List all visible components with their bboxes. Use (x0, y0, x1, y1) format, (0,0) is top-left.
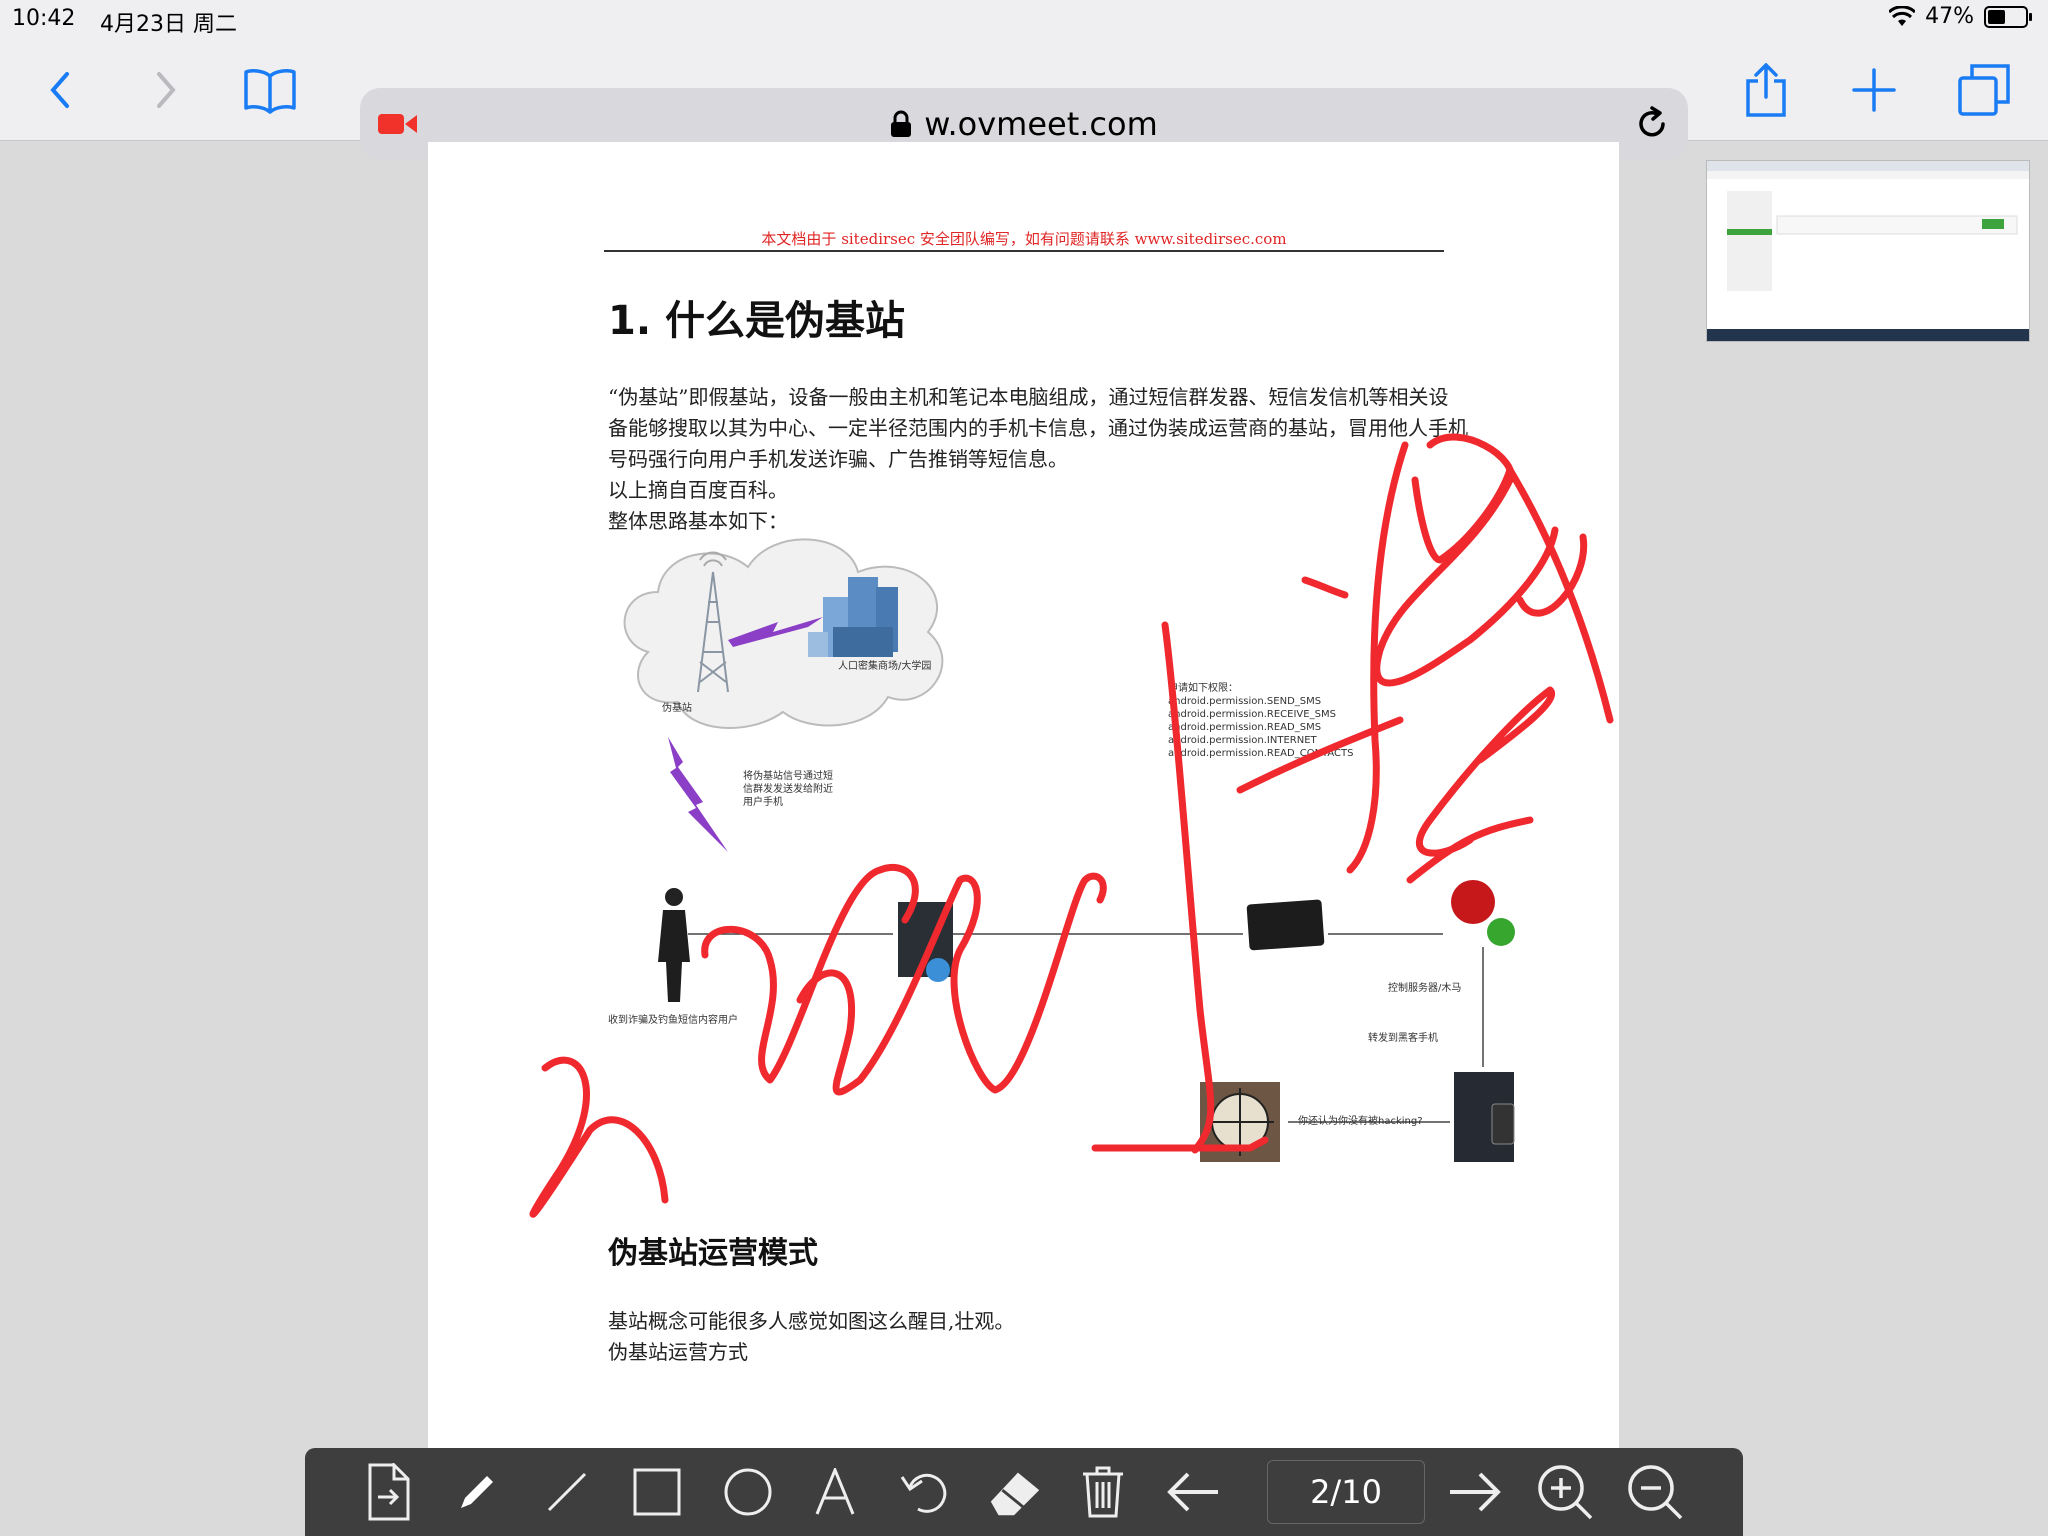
section-heading: 伪基站运营模式 (608, 1236, 818, 1271)
permissions-label: 申请如下权限：android.permission.SEND_SMS andro… (1168, 683, 1354, 759)
reload-icon[interactable] (1634, 106, 1670, 142)
url-text[interactable]: w.ovmeet.com (360, 105, 1688, 143)
annotation-toolbar: 2/10 (305, 1448, 1743, 1536)
page-indicator[interactable]: 2/10 (1267, 1460, 1425, 1524)
person-icon (658, 888, 690, 1002)
section-paragraph: 基站概念可能很多人感觉如图这么醒目,壮观。 (608, 1309, 1015, 1333)
text-icon (815, 1468, 855, 1515)
export-icon (368, 1463, 410, 1521)
status-time: 10:42 (12, 6, 76, 31)
forward-button[interactable] (136, 60, 196, 120)
url-label: w.ovmeet.com (924, 105, 1158, 143)
prev-page-button[interactable] (1163, 1462, 1223, 1522)
flow-arrows (688, 933, 1484, 1123)
person-label: 收到诈骗及钓鱼短信内容用户 (608, 1015, 738, 1026)
diagram-graphic (623, 538, 1515, 1162)
text-tool[interactable] (805, 1462, 865, 1522)
wave-label: 将伪基站信号通过短信群发发送发给附近用户手机 (743, 771, 833, 808)
phone-icon (1491, 1103, 1515, 1145)
next-page-button[interactable] (1445, 1462, 1505, 1522)
attack-flow-diagram: 伪基站 人口密集商场/大学园 将伪基站信号通过短信群发发送发给附近用户手机 收到… (608, 532, 1619, 1192)
line-icon (547, 1472, 587, 1512)
header-rule (604, 250, 1444, 252)
tabs-icon (1958, 64, 2010, 116)
globe-icon (926, 958, 950, 982)
phone-label: 转发到黑客手机 (1368, 1033, 1438, 1044)
building-label: 人口密集商场/大学园 (838, 661, 932, 672)
doc-intro: “伪基站”即假基站，设备一般由主机和笔记本电脑组成，通过短信群发器、短信发信机等… (608, 382, 1468, 537)
zoom-out-button[interactable] (1625, 1462, 1685, 1522)
server-label: 控制服务器/木马 (1388, 983, 1462, 994)
pencil-tool[interactable] (447, 1462, 507, 1522)
zoom-in-button[interactable] (1535, 1462, 1595, 1522)
circle-icon (724, 1468, 772, 1516)
export-button[interactable] (359, 1462, 419, 1522)
share-button[interactable] (1736, 60, 1796, 120)
wifi-icon (1889, 5, 1916, 26)
line-tool[interactable] (537, 1462, 597, 1522)
chevron-left-icon (50, 72, 69, 108)
chevron-right-icon (157, 72, 176, 108)
status-date: 4月23日 周二 (100, 12, 237, 37)
pencil-icon (461, 1476, 493, 1508)
share-icon (1746, 63, 1786, 117)
bookmarks-button[interactable] (240, 60, 300, 120)
tablet-icon (1246, 899, 1325, 951)
eraser-tool[interactable] (985, 1462, 1045, 1522)
doc-header: 本文档由于 sitedirsec 安全团队编写，如有问题请联系 www.site… (761, 230, 1287, 248)
status-bar: 10:42 4月23日 周二 47% (0, 0, 2048, 40)
back-button[interactable] (30, 60, 90, 120)
trash-icon (1083, 1466, 1123, 1518)
source-note: 以上摘自百度百科。 (608, 478, 788, 502)
lightning-down-icon (668, 737, 728, 852)
section-body: 基站概念可能很多人感觉如图这么醒目,壮观。 伪基站运营方式 (608, 1306, 1014, 1368)
undo-icon (900, 1473, 947, 1513)
intro-paragraph: “伪基站”即假基站，设备一般由主机和笔记本电脑组成，通过短信群发器、短信发信机等… (608, 385, 1468, 471)
prev-page-icon (1167, 1472, 1218, 1512)
plus-icon (1852, 68, 1896, 112)
new-tab-button[interactable] (1844, 60, 1904, 120)
video-thumbnail[interactable] (1706, 160, 2030, 342)
document-page: 本文档由于 sitedirsec 安全团队编写，如有问题请联系 www.site… (428, 142, 1619, 1536)
status-right: 47% (1889, 4, 2032, 29)
battery-icon (1984, 5, 2032, 28)
lock-icon (891, 110, 912, 137)
virus-icon (1451, 880, 1515, 946)
hacker-question: 你还认为你没有被hacking? (1298, 1116, 1423, 1127)
rectangle-tool[interactable] (627, 1462, 687, 1522)
zoom-in-icon (1538, 1465, 1593, 1520)
rectangle-icon (633, 1468, 681, 1516)
circle-tool[interactable] (718, 1462, 778, 1522)
browser-toolbar: w.ovmeet.com (0, 40, 2048, 160)
eraser-icon (990, 1472, 1040, 1516)
undo-button[interactable] (895, 1462, 955, 1522)
tabs-button[interactable] (1954, 60, 2014, 120)
book-icon (244, 69, 296, 114)
delete-button[interactable] (1073, 1462, 1133, 1522)
zoom-out-icon (1628, 1465, 1683, 1520)
battery-percent: 47% (1925, 4, 1974, 29)
thumbnail-screen (1707, 161, 2029, 341)
next-page-icon (1450, 1472, 1501, 1512)
tower-label: 伪基站 (662, 703, 692, 714)
doc-title: 1. 什么是伪基站 (608, 298, 905, 344)
section-note: 伪基站运营方式 (608, 1340, 748, 1364)
